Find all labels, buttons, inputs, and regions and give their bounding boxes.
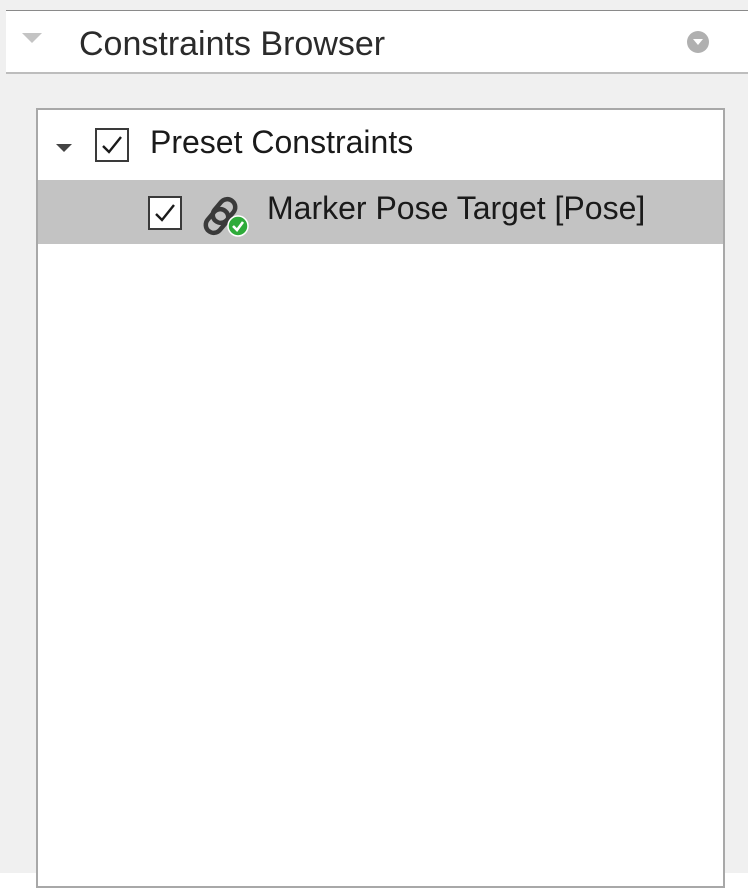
preset-constraints-checkbox[interactable]: [95, 128, 129, 162]
constraint-chain-active-icon: [203, 196, 249, 237]
tree-node-label: Preset Constraints: [150, 124, 414, 160]
panel-header[interactable]: Constraints Browser: [6, 11, 748, 74]
constraints-browser-panel: Constraints Browser Preset Constraints M…: [0, 0, 748, 888]
circle-chevron-down-icon[interactable]: [687, 31, 709, 53]
tree-node-label: Marker Pose Target [Pose]: [267, 190, 646, 226]
tree-node-preset-constraints[interactable]: Preset Constraints: [38, 114, 723, 178]
marker-pose-target-checkbox[interactable]: [148, 196, 182, 230]
triangle-down-icon[interactable]: [22, 33, 42, 43]
constraints-tree[interactable]: Preset Constraints Marker Pose Target [P…: [36, 108, 725, 888]
panel-title: Constraints Browser: [79, 25, 386, 63]
checkmark-icon: [102, 136, 122, 154]
checkmark-icon: [155, 204, 175, 222]
expand-arrow-icon[interactable]: [56, 144, 72, 152]
tree-node-marker-pose-target[interactable]: Marker Pose Target [Pose]: [38, 180, 723, 244]
